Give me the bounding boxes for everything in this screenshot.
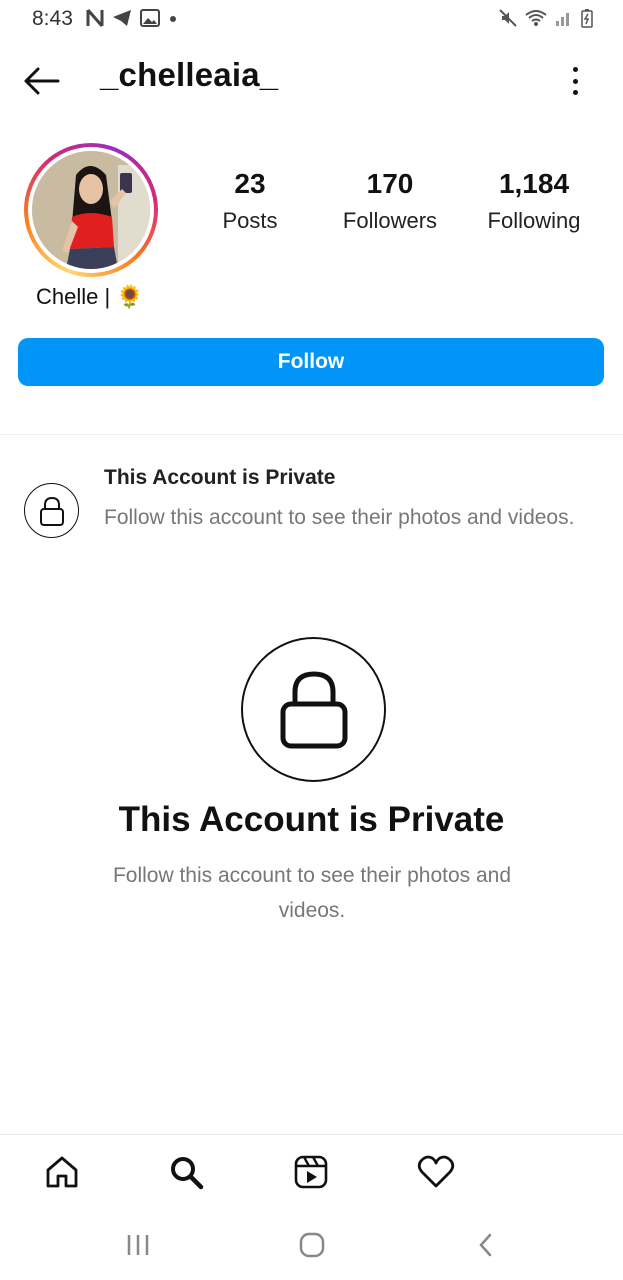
status-time: 8:43: [32, 7, 73, 30]
wifi-icon: [525, 10, 547, 26]
search-icon: [171, 1157, 204, 1190]
battery-icon: [581, 9, 593, 28]
reels-icon: [294, 1155, 328, 1189]
heart-icon: [417, 1155, 455, 1188]
gallery-icon: [140, 9, 160, 27]
section-divider: [0, 434, 623, 435]
lock-badge-small: [24, 483, 79, 538]
private-center-description: Follow this account to see their photos …: [112, 864, 512, 922]
story-ring[interactable]: [24, 143, 158, 277]
bottom-nav-divider: [0, 1134, 623, 1135]
telegram-icon: [113, 10, 131, 26]
private-banner-description: Follow this account to see their photos …: [104, 506, 575, 529]
posts-label: Posts: [222, 208, 278, 233]
lock-icon: [280, 670, 347, 748]
back-button[interactable]: [22, 64, 62, 98]
status-right-icons: [499, 8, 593, 28]
status-left-icons: [86, 8, 178, 28]
recent-apps-icon: [127, 1235, 149, 1255]
system-recent-apps[interactable]: [118, 1220, 158, 1270]
display-name: Chelle | 🌻: [36, 284, 144, 310]
following-label: Following: [487, 208, 581, 233]
netflix-n-icon: [86, 9, 104, 27]
status-bar: 8:43: [0, 0, 623, 40]
more-options-button[interactable]: [563, 64, 587, 98]
sunflower-emoji: 🌻: [116, 284, 144, 309]
lock-badge-large: [241, 637, 386, 782]
profile-username: _chelleaia_: [100, 56, 279, 93]
system-home[interactable]: [292, 1220, 332, 1270]
tab-home[interactable]: [40, 1150, 84, 1194]
followers-stat[interactable]: 170 Followers: [325, 168, 455, 234]
following-count: 1,184: [498, 168, 570, 199]
avatar-photo: [32, 151, 150, 269]
followers-count: 170: [366, 168, 414, 199]
private-banner-title: This Account is Private: [104, 466, 336, 489]
private-center-title: This Account is Private: [118, 800, 505, 839]
mute-icon: [499, 9, 517, 27]
posts-stat[interactable]: 23 Posts: [205, 168, 295, 234]
home-icon: [46, 1156, 78, 1188]
back-arrow-icon: [24, 67, 60, 95]
follow-button[interactable]: Follow: [18, 338, 604, 386]
signal-icon: [556, 13, 569, 26]
avatar: [32, 151, 150, 269]
more-dot: [572, 78, 578, 84]
display-name-text: Chelle |: [36, 284, 111, 309]
followers-label: Followers: [342, 208, 438, 233]
following-stat[interactable]: 1,184 Following: [472, 168, 596, 234]
more-dot: [572, 90, 578, 95]
home-circle-icon: [299, 1232, 325, 1258]
tab-activity[interactable]: [414, 1150, 458, 1194]
more-dot: [572, 67, 578, 72]
back-chevron-icon: [479, 1233, 492, 1257]
profile-header: _chelleaia_: [0, 50, 623, 110]
lock-icon: [39, 496, 64, 526]
posts-count: 23: [234, 168, 266, 199]
tab-reels[interactable]: [289, 1150, 333, 1194]
dot-icon: [170, 16, 176, 22]
tab-search[interactable]: [164, 1150, 208, 1194]
system-back[interactable]: [466, 1220, 506, 1270]
